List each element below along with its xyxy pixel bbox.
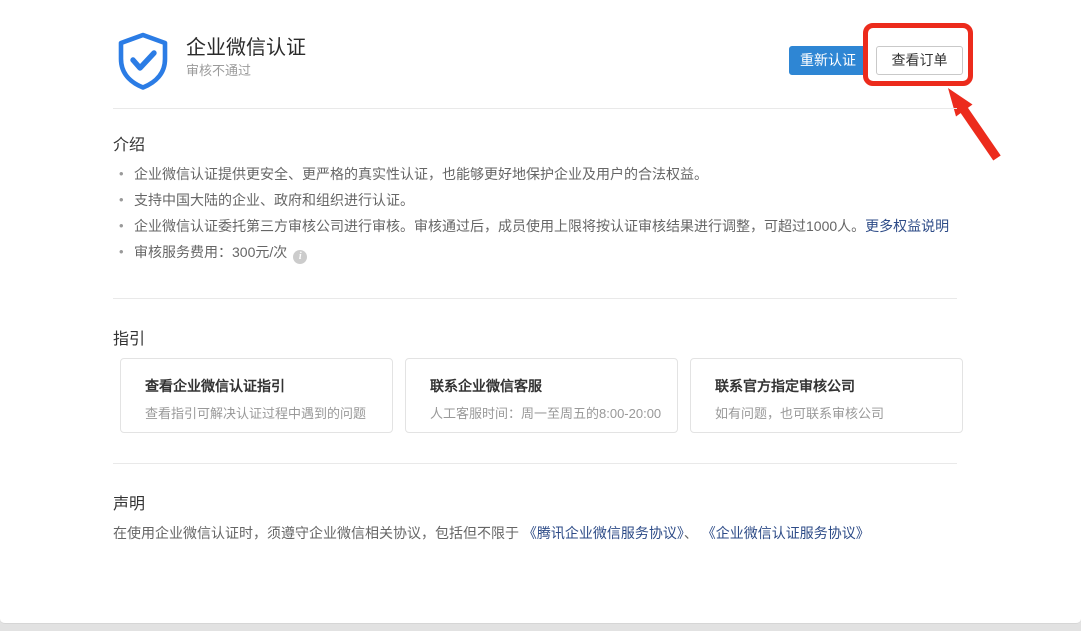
divider	[113, 108, 957, 109]
statement-separator: 、	[684, 525, 702, 541]
statement-paragraph: 在使用企业微信认证时，须遵守企业微信相关协议，包括但不限于 《腾讯企业微信服务协…	[113, 522, 993, 544]
bullet-text: 审核服务费用：300元/次	[134, 244, 287, 260]
shield-check-icon	[113, 30, 173, 90]
guide-card-contact-auditor[interactable]: 联系官方指定审核公司 如有问题，也可联系审核公司	[690, 358, 963, 433]
statement-text: 在使用企业微信认证时，须遵守企业微信相关协议，包括但不限于	[113, 525, 523, 541]
intro-bullet-1: 企业微信认证提供更安全、更严格的真实性认证，也能够更好地保护企业及用户的合法权益…	[113, 161, 973, 187]
bullet-text: 企业微信认证委托第三方审核公司进行审核。审核通过后，成员使用上限将按认证审核结果…	[134, 218, 865, 234]
guide-card-view-guide[interactable]: 查看企业微信认证指引 查看指引可解决认证过程中遇到的问题	[120, 358, 393, 433]
verification-service-agreement-link[interactable]: 《企业微信认证服务协议》	[702, 525, 870, 541]
card-title: 查看企业微信认证指引	[145, 376, 392, 396]
guide-heading: 指引	[113, 325, 145, 349]
status-badge: 审核不通过	[186, 60, 251, 79]
view-order-button[interactable]: 查看订单	[876, 46, 963, 75]
guide-cards-row: 查看企业微信认证指引 查看指引可解决认证过程中遇到的问题 联系企业微信客服 人工…	[120, 358, 963, 433]
card-desc: 如有问题，也可联系审核公司	[715, 403, 962, 422]
statement-heading: 声明	[113, 490, 145, 514]
intro-bullet-list: 企业微信认证提供更安全、更严格的真实性认证，也能够更好地保护企业及用户的合法权益…	[113, 161, 973, 265]
intro-heading: 介绍	[113, 131, 145, 155]
divider	[113, 298, 957, 299]
card-desc: 人工客服时间：周一至周五的8:00-20:00	[430, 403, 677, 422]
bullet-text: 企业微信认证提供更安全、更严格的真实性认证，也能够更好地保护企业及用户的合法权益…	[134, 166, 708, 182]
page-title: 企业微信认证	[186, 31, 306, 60]
intro-bullet-2: 支持中国大陆的企业、政府和组织进行认证。	[113, 187, 973, 213]
annotation-arrow-icon	[934, 78, 1004, 164]
reverify-button[interactable]: 重新认证	[789, 46, 867, 75]
card-title: 联系官方指定审核公司	[715, 376, 962, 396]
bullet-text: 支持中国大陆的企业、政府和组织进行认证。	[134, 192, 414, 208]
intro-bullet-4: 审核服务费用：300元/次 i	[113, 239, 973, 265]
tencent-service-agreement-link[interactable]: 《腾讯企业微信服务协议》	[523, 525, 684, 541]
card-desc: 查看指引可解决认证过程中遇到的问题	[145, 403, 392, 422]
card-title: 联系企业微信客服	[430, 376, 677, 396]
content-card: 企业微信认证 审核不通过 重新认证 查看订单 介绍 企业微信认证提供更安全、更严…	[0, 0, 1081, 624]
guide-card-contact-support[interactable]: 联系企业微信客服 人工客服时间：周一至周五的8:00-20:00	[405, 358, 678, 433]
more-benefits-link[interactable]: 更多权益说明	[865, 218, 949, 234]
intro-bullet-3: 企业微信认证委托第三方审核公司进行审核。审核通过后，成员使用上限将按认证审核结果…	[113, 213, 973, 239]
divider	[113, 463, 957, 464]
info-icon[interactable]: i	[293, 250, 307, 264]
verification-page: 企业微信认证 审核不通过 重新认证 查看订单 介绍 企业微信认证提供更安全、更严…	[0, 0, 1081, 631]
